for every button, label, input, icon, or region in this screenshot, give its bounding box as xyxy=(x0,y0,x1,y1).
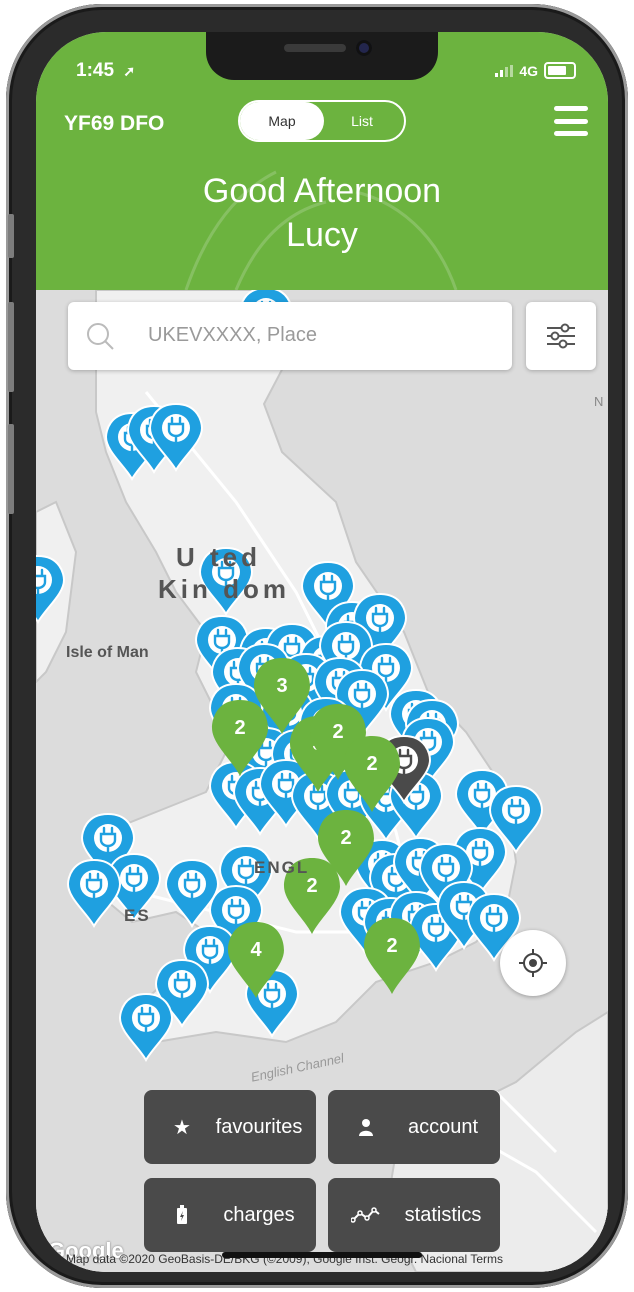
user-icon xyxy=(346,1118,386,1136)
battery-icon xyxy=(544,62,576,79)
statistics-button[interactable]: statistics xyxy=(328,1178,500,1252)
toggle-map[interactable]: Map xyxy=(240,102,324,140)
cluster-count: 2 xyxy=(332,721,343,743)
greeting-name: Lucy xyxy=(286,216,358,254)
status-time: 1:45 ➚ xyxy=(76,60,136,81)
battery-charge-icon xyxy=(162,1205,202,1225)
charger-pin[interactable] xyxy=(36,554,66,624)
mute-switch xyxy=(8,214,14,258)
screen: U ted Kin dom Isle of Man ENGL ES Englis… xyxy=(36,32,608,1272)
map-label-isle-of-man: Isle of Man xyxy=(66,644,149,661)
front-camera xyxy=(356,40,372,56)
cluster-count: 2 xyxy=(366,753,377,775)
charger-pin[interactable] xyxy=(66,858,122,928)
cluster-count: 3 xyxy=(276,675,287,697)
network-type: 4G xyxy=(519,62,538,79)
locate-me-button[interactable] xyxy=(500,930,566,996)
cluster-count: 4 xyxy=(250,939,262,961)
crosshair-icon xyxy=(519,949,547,977)
filter-button[interactable] xyxy=(526,302,596,370)
line-chart-icon xyxy=(346,1207,386,1223)
status-indicators: 4G xyxy=(495,62,576,79)
cluster-count: 2 xyxy=(306,875,317,897)
map-label-edge: N xyxy=(594,394,604,409)
greeting-line-1: Good Afternoon xyxy=(202,172,442,210)
map-label-wales: ES xyxy=(124,906,151,925)
vehicle-plate[interactable]: YF69 DFO xyxy=(64,112,164,136)
cluster-count: 2 xyxy=(234,717,245,739)
charges-button[interactable]: charges xyxy=(144,1178,316,1252)
map-label-united: U ted xyxy=(176,542,261,572)
cluster-count: 2 xyxy=(340,827,351,849)
map-label-england: ENGL xyxy=(254,858,310,877)
home-indicator xyxy=(222,1252,422,1258)
map-list-toggle[interactable]: Map List xyxy=(238,100,406,142)
star-icon: ★ xyxy=(173,1116,191,1139)
favourites-button[interactable]: ★ favourites xyxy=(144,1090,316,1164)
sliders-icon xyxy=(547,323,575,349)
menu-icon[interactable] xyxy=(554,106,588,136)
toggle-list[interactable]: List xyxy=(320,102,404,140)
map-label-kingdom: Kin dom xyxy=(158,574,290,604)
search-input[interactable]: UKEVXXXX, Place xyxy=(148,324,317,347)
notch xyxy=(206,32,438,80)
search-icon xyxy=(87,323,114,350)
charger-pin[interactable] xyxy=(118,992,174,1062)
map-view[interactable]: U ted Kin dom Isle of Man ENGL ES Englis… xyxy=(36,290,608,1272)
cluster-count: 2 xyxy=(386,935,397,957)
cluster-pin[interactable]: 2 xyxy=(364,918,420,994)
pins-layer: 323222242 xyxy=(36,290,544,1062)
signal-icon xyxy=(495,64,514,77)
search-bar[interactable]: UKEVXXXX, Place xyxy=(68,302,512,370)
volume-down-button xyxy=(8,424,14,514)
account-button[interactable]: account xyxy=(328,1090,500,1164)
volume-up-button xyxy=(8,302,14,392)
speaker xyxy=(284,44,346,52)
location-arrow-icon: ➚ xyxy=(123,63,136,79)
